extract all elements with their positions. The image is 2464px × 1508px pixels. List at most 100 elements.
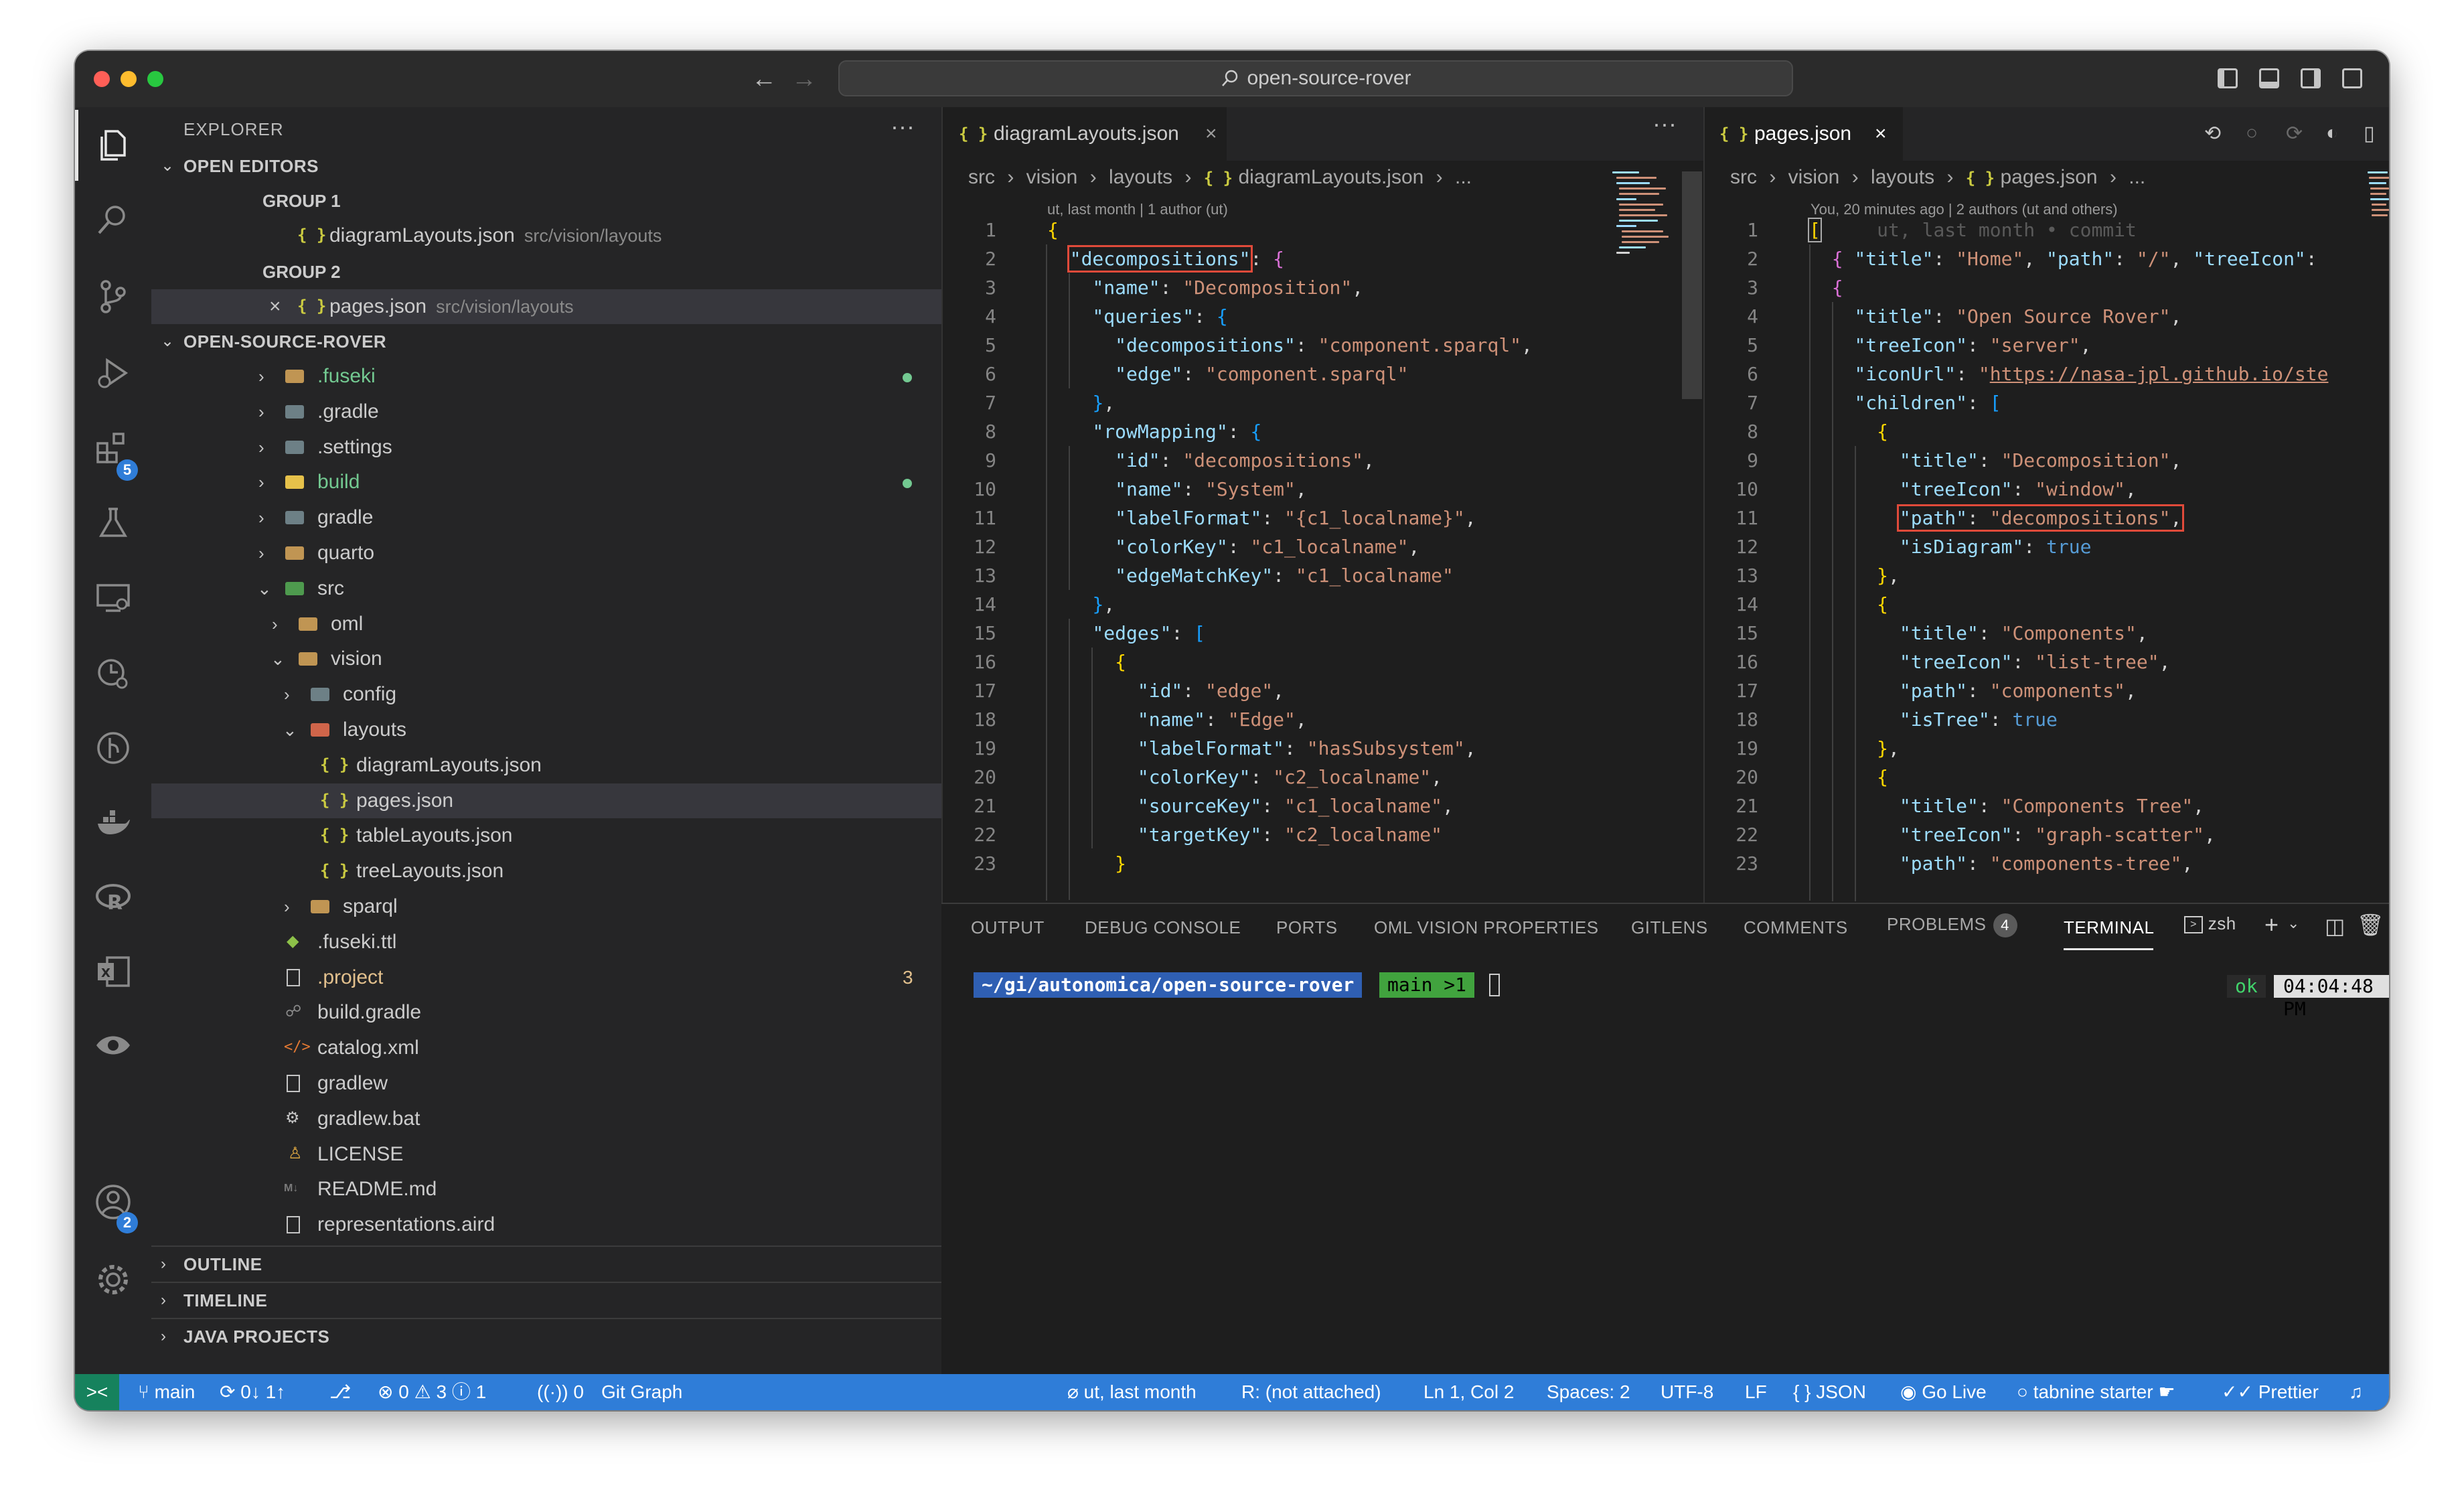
explorer-more-actions[interactable]: ··· [891,112,915,141]
tree-file-treelayouts[interactable]: { } treeLayouts.json [151,854,941,889]
tree-folder-layouts[interactable]: ⌄ layouts [151,712,941,747]
outline-header[interactable]: › OUTLINE [151,1247,941,1282]
close-window-button[interactable] [94,71,110,87]
tree-folder-sparql[interactable]: › sparql [151,889,941,924]
minimap-left[interactable] [1612,171,1674,319]
java-projects-header[interactable]: › JAVA PROJECTS [151,1319,941,1354]
toggle-panel-icon[interactable] [2259,68,2279,88]
open-editors-group-2[interactable]: GROUP 2 [151,254,941,289]
tree-file-tablelayouts[interactable]: { } tableLayouts.json [151,818,941,853]
breadcrumb-src[interactable]: src [1730,166,1757,188]
tree-file-representations[interactable]: representations.aird [151,1207,941,1242]
tree-folder-src[interactable]: ⌄ src [151,571,941,606]
gitlens-icon[interactable]: ◐ [2326,122,2338,145]
previous-change-icon[interactable]: ○ [2246,122,2258,145]
tree-file-diagramlayouts[interactable]: { } diagramLayouts.json [151,748,941,783]
toggle-secondary-sidebar-icon[interactable] [2301,68,2321,88]
panel-tab-problems[interactable]: PROBLEMS 4 [1887,913,2017,937]
breadcrumb-layouts[interactable]: layouts [1109,166,1172,188]
status-branch[interactable]: ⑂ main [138,1374,195,1410]
breadcrumb-file[interactable]: pages.json [2000,166,2097,188]
tree-folder-config[interactable]: › config [151,677,941,712]
timeline-history-icon[interactable] [94,654,133,692]
tree-folder-gradle-hidden[interactable]: › .gradle [151,394,941,429]
zoom-window-button[interactable] [147,71,163,87]
oml-vision-eye-icon[interactable] [94,1026,133,1065]
breadcrumb-symbol[interactable]: ... [1455,166,1472,188]
breadcrumb-symbol[interactable]: ... [2129,166,2145,188]
testing-flask-icon[interactable] [94,504,133,542]
git-graph-icon[interactable] [94,729,133,767]
panel-tab-comments[interactable]: COMMENTS [1744,917,1848,938]
tree-file-project[interactable]: .project 3 [151,960,941,995]
docker-whale-icon[interactable] [94,804,133,842]
run-debug-icon[interactable] [94,354,133,392]
status-blame[interactable]: ⌀ ut, last month [1067,1374,1197,1410]
excel-viewer-icon[interactable]: X [94,952,133,991]
breadcrumb-file[interactable]: diagramLayouts.json [1238,166,1423,188]
terminal-shell-selector[interactable]: > zsh [2184,913,2236,934]
panel-tab-oml-vision-properties[interactable]: OML VISION PROPERTIES [1374,917,1599,938]
timeline-header[interactable]: › TIMELINE [151,1283,941,1318]
r-language-icon[interactable]: R [94,879,133,917]
status-r-session[interactable]: R: (not attached) [1241,1374,1381,1410]
open-editor-diagramlayouts[interactable]: { } diagramLayouts.json src/vision/layout… [151,218,941,253]
status-prettier[interactable]: ✓✓ Prettier [2222,1374,2319,1410]
remote-explorer-icon[interactable] [94,579,133,617]
tree-folder-vision[interactable]: ⌄ vision [151,642,941,676]
tree-folder-oml[interactable]: › oml [151,607,941,642]
trash-icon[interactable]: 🗑 [2357,912,2384,937]
open-editors-header[interactable]: ⌄ OPEN EDITORS [151,149,941,183]
split-editor-icon[interactable]: ▯ [2364,122,2375,145]
status-cursor-position[interactable]: Ln 1, Col 2 [1423,1374,1514,1410]
next-change-icon[interactable]: ⟳ [2286,122,2303,145]
code-area-right[interactable]: 1[ ut, last month • commit 2 { "title": … [1705,216,2368,901]
tab-pages[interactable]: { } pages.json × [1705,107,1903,161]
panel-tab-debug-console[interactable]: DEBUG CONSOLE [1085,917,1241,938]
close-icon[interactable]: × [1205,107,1217,161]
panel-tab-terminal[interactable]: TERMINAL [2064,917,2154,938]
code-area-left[interactable]: 1{ 2 "decompositions": { 3 "name": "Deco… [943,216,1632,901]
close-icon[interactable]: × [1875,107,1887,161]
tree-file-license[interactable]: ♙ LICENSE [151,1137,941,1172]
tab-diagramlayouts[interactable]: { } diagramLayouts.json × [943,107,1227,161]
tree-file-gradlew-bat[interactable]: ⚙ gradlew.bat [151,1102,941,1136]
tree-file-pages[interactable]: { } pages.json [151,783,941,818]
tree-file-readme[interactable]: M↓ README.md [151,1172,941,1207]
tree-file-build-gradle[interactable]: ☍ build.gradle [151,995,941,1030]
minimize-window-button[interactable] [121,71,137,87]
new-terminal-plus-icon[interactable]: + [2264,911,2279,939]
breadcrumb-vision[interactable]: vision [1788,166,1840,188]
tree-file-gradlew[interactable]: gradlew [151,1066,941,1101]
status-eol[interactable]: LF [1745,1374,1767,1410]
tree-file-fuseki-ttl[interactable]: ◆ .fuseki.ttl [151,925,941,960]
chevron-down-icon[interactable]: ⌄ [2287,915,2300,932]
status-sync[interactable]: ⟳ 0↓ 1↑ [220,1374,285,1410]
panel-tab-ports[interactable]: PORTS [1276,917,1338,938]
customize-layout-icon[interactable] [2342,68,2362,88]
minimap-right[interactable] [2368,171,2389,319]
notifications-bell-icon[interactable]: ♫ [2349,1374,2363,1410]
command-center[interactable]: open-source-rover [838,60,1793,96]
open-editor-pages[interactable]: × { } pages.json src/vision/layouts [151,289,941,324]
forward-arrow-icon[interactable]: → [791,64,817,94]
search-icon[interactable] [94,201,133,240]
editor-more-actions[interactable]: ··· [1652,110,1677,138]
source-control-icon[interactable] [94,277,133,316]
status-git-graph[interactable]: Git Graph [601,1374,682,1410]
open-changes-icon[interactable]: ⟲ [2204,122,2221,145]
toggle-primary-sidebar-icon[interactable] [2218,68,2238,88]
scrollbar-left[interactable] [1682,171,1702,399]
gear-icon[interactable] [94,1260,133,1299]
tree-file-catalog-xml[interactable]: </> catalog.xml [151,1031,941,1065]
status-ports[interactable]: ((·)) 0 [537,1374,584,1410]
back-arrow-icon[interactable]: ← [751,64,777,94]
project-header[interactable]: ⌄ OPEN-SOURCE-ROVER [151,324,941,359]
remote-indicator-icon[interactable]: >< [75,1374,119,1410]
tree-folder-settings[interactable]: › .settings [151,430,941,465]
status-encoding[interactable]: UTF-8 [1661,1374,1713,1410]
explorer-files-icon[interactable] [94,126,133,165]
split-terminal-icon[interactable]: ◫ [2325,913,2345,939]
tree-folder-gradle[interactable]: › gradle [151,500,941,535]
tree-folder-build[interactable]: › build [151,465,941,500]
